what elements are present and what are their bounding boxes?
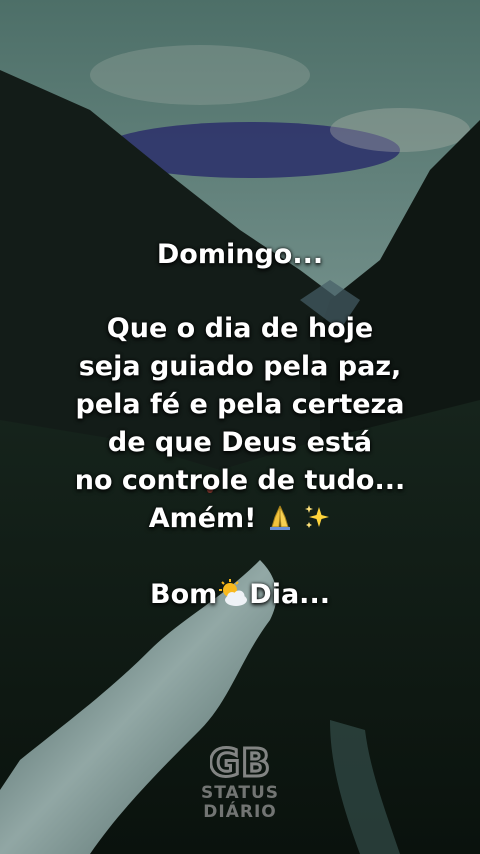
- message-line-4: de que Deus está: [107, 427, 373, 458]
- gb-logo-letters: GB: [210, 741, 270, 784]
- amen-line: Amém!: [0, 500, 480, 542]
- status-image: Domingo... Que o dia de hoje seja guiado…: [0, 0, 480, 854]
- closing-line: Bom Dia...: [0, 576, 480, 618]
- closing-suffix: Dia...: [249, 579, 330, 610]
- greeting: Domingo...: [156, 239, 324, 270]
- message-line-5: no controle de tudo...: [74, 465, 406, 496]
- light-cloud: [90, 45, 310, 105]
- sun-behind-cloud-icon: [217, 579, 249, 618]
- gb-logo: GB: [210, 740, 270, 785]
- message-text: Domingo... Que o dia de hoje seja guiado…: [0, 236, 480, 618]
- light-cloud: [330, 108, 470, 152]
- sparkles-icon: [303, 503, 331, 542]
- praying-hands-icon: [266, 503, 294, 542]
- watermark: GB STATUS DIÁRIO: [190, 736, 290, 822]
- message-line-1: Que o dia de hoje: [106, 313, 374, 344]
- closing-prefix: Bom: [150, 579, 218, 610]
- watermark-line-2: DIÁRIO: [203, 802, 277, 822]
- message-line-2: seja guiado pela paz,: [78, 351, 402, 382]
- amen-text: Amém!: [148, 503, 257, 534]
- message-line-3: pela fé e pela certeza: [75, 389, 405, 420]
- watermark-line-1: STATUS: [200, 783, 279, 803]
